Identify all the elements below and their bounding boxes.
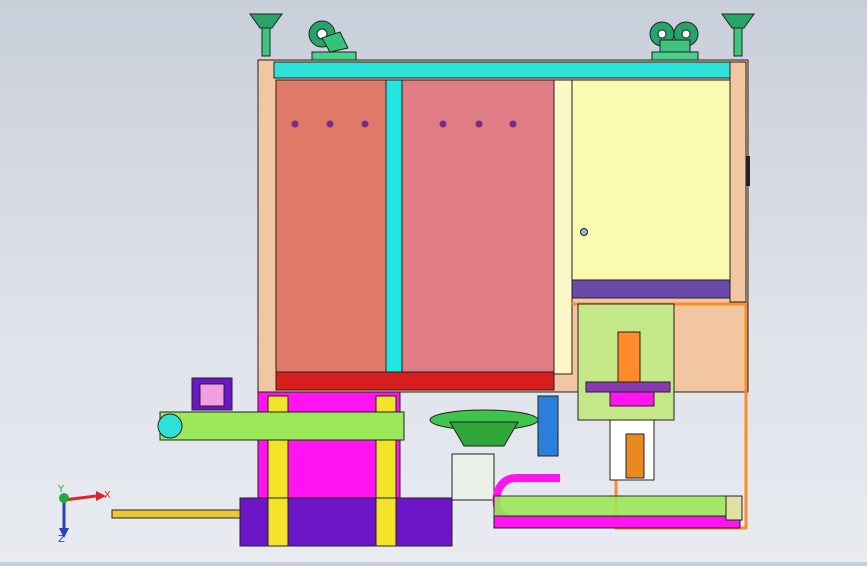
red-base (275, 371, 555, 391)
coordinate-triad: X Y Z (57, 484, 111, 545)
machine-drawing: X Y Z (57, 13, 755, 547)
cad-viewport[interactable]: X Y Z (0, 0, 867, 562)
center-pillar (385, 79, 403, 375)
push-rod (111, 509, 241, 519)
y-axis-label: Y (57, 484, 65, 495)
funnel-right (721, 13, 755, 29)
top-fittings (249, 13, 755, 61)
linear-rail (493, 495, 741, 517)
funnel-left (249, 13, 283, 29)
top-bar (273, 61, 731, 79)
conveyor (159, 411, 405, 441)
x-axis-label: X (104, 490, 111, 501)
z-axis-label: Z (58, 534, 65, 545)
cabinet (571, 79, 731, 281)
